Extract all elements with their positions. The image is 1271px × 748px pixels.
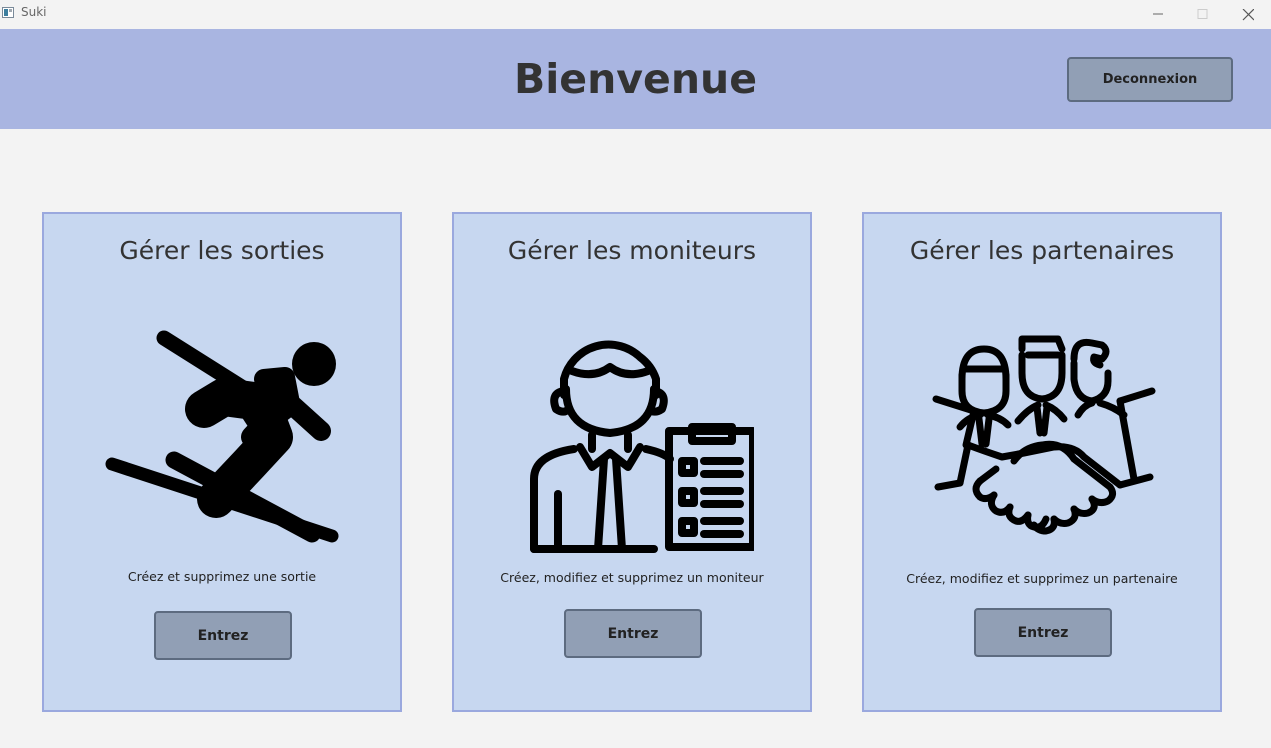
partners-handshake-icon [932,335,1156,535]
card-description: Créez, modifiez et supprimez un partenai… [906,571,1178,586]
close-button[interactable] [1225,0,1271,29]
minimize-button[interactable] [1135,0,1181,29]
maximize-icon [1197,9,1208,19]
card-title: Gérer les sorties [119,236,325,265]
card-moniteurs: Gérer les moniteurs Créez, modifiez et s… [452,212,812,712]
enter-moniteurs-button[interactable]: Entrez [564,609,702,658]
app-icon [2,7,14,18]
skier-icon [105,330,339,543]
logout-button[interactable]: Deconnexion [1067,57,1233,102]
card-title: Gérer les partenaires [909,236,1175,265]
card-title: Gérer les moniteurs [507,236,757,265]
card-description: Créez et supprimez une sortie [127,569,317,584]
window-title: Suki [21,5,47,19]
minimize-icon [1153,13,1163,15]
instructor-clipboard-icon [530,340,754,553]
window-titlebar: Suki [0,0,1271,29]
enter-partenaires-button[interactable]: Entrez [974,608,1112,657]
header-banner: Bienvenue Deconnexion [0,29,1271,129]
card-description: Créez, modifiez et supprimez un moniteur [500,570,764,585]
card-sorties: Gérer les sorties Créez et supprimez une… [42,212,402,712]
card-partenaires: Gérer les partenaires Créez, modifiez et… [862,212,1222,712]
close-icon [1242,9,1254,21]
enter-sorties-button[interactable]: Entrez [154,611,292,660]
maximize-button[interactable] [1180,0,1226,29]
